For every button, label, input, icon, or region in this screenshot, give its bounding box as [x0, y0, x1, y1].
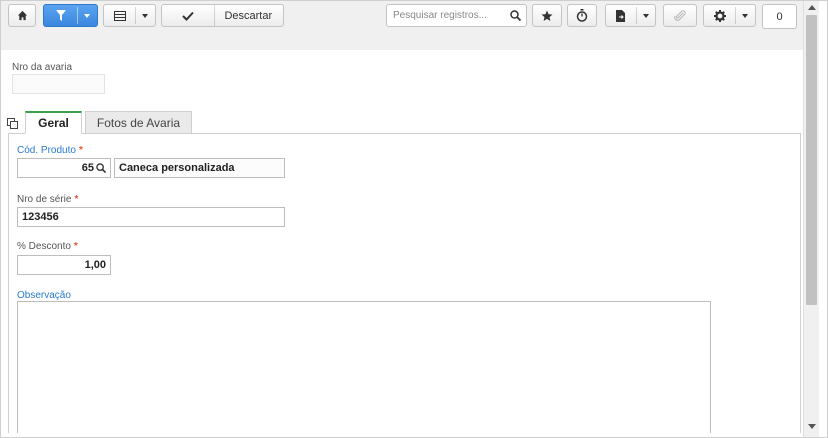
chevron-down-icon	[642, 13, 649, 18]
search-box	[386, 4, 527, 27]
search-input[interactable]	[387, 10, 505, 21]
filter-button[interactable]	[43, 4, 98, 27]
tab-geral[interactable]: Geral	[25, 111, 82, 134]
chevron-down-icon	[742, 13, 749, 18]
desconto-field[interactable]: 1,00	[17, 255, 111, 275]
nro-avaria-label: Nro da avaria	[12, 62, 73, 73]
copy-icon[interactable]	[7, 118, 18, 132]
history-button[interactable]	[567, 4, 597, 27]
chevron-down-icon	[142, 13, 149, 18]
home-icon	[17, 10, 27, 21]
chevron-down-icon	[84, 13, 91, 18]
required-marker: *	[74, 194, 79, 205]
save-discard-group: Descartar	[161, 4, 284, 27]
gear-icon	[713, 9, 726, 22]
nro-avaria-field	[12, 74, 105, 94]
toolbar: Descartar Pesquisar registros... 0	[1, 1, 803, 50]
search-icon[interactable]	[96, 163, 106, 173]
required-marker: *	[73, 241, 78, 252]
nro-serie-field[interactable]: 123456	[17, 207, 285, 227]
vertical-scrollbar[interactable]	[803, 1, 819, 437]
stopwatch-icon	[576, 9, 588, 22]
produto-nome-field: Caneca personalizada	[114, 158, 285, 178]
settings-button[interactable]	[703, 4, 756, 27]
check-icon	[182, 11, 194, 21]
paperclip-icon	[674, 9, 686, 21]
observacao-textarea[interactable]	[17, 301, 711, 433]
export-button[interactable]	[605, 4, 656, 27]
cod-produto-value: 65	[81, 162, 94, 174]
app-window: Descartar Pesquisar registros... 0 Nro d…	[0, 0, 828, 438]
favorites-button[interactable]	[532, 4, 562, 27]
view-mode-button[interactable]	[103, 4, 156, 27]
nro-serie-label: Nro de série *	[17, 194, 79, 205]
confirm-button[interactable]	[162, 11, 214, 21]
star-icon	[541, 10, 553, 21]
scroll-down-icon[interactable]	[808, 424, 816, 429]
desconto-label: % Desconto *	[17, 241, 78, 252]
attachment-button[interactable]	[663, 4, 697, 27]
table-view-icon	[113, 10, 126, 21]
search-icon[interactable]	[505, 10, 525, 21]
cod-produto-label: Cód. Produto *	[17, 145, 83, 156]
scroll-up-icon[interactable]	[808, 5, 816, 10]
home-button[interactable]	[8, 4, 36, 27]
notification-counter[interactable]: 0	[762, 4, 797, 29]
filter-icon	[55, 10, 66, 21]
scrollbar-thumb[interactable]	[806, 15, 817, 305]
required-marker: *	[78, 145, 83, 156]
discard-button[interactable]: Descartar	[214, 10, 283, 22]
tab-fotos-de-avaria[interactable]: Fotos de Avaria	[85, 111, 192, 134]
observacao-label: Observação	[17, 290, 71, 301]
cod-produto-field[interactable]: 65	[17, 158, 111, 178]
export-file-icon	[616, 9, 626, 22]
